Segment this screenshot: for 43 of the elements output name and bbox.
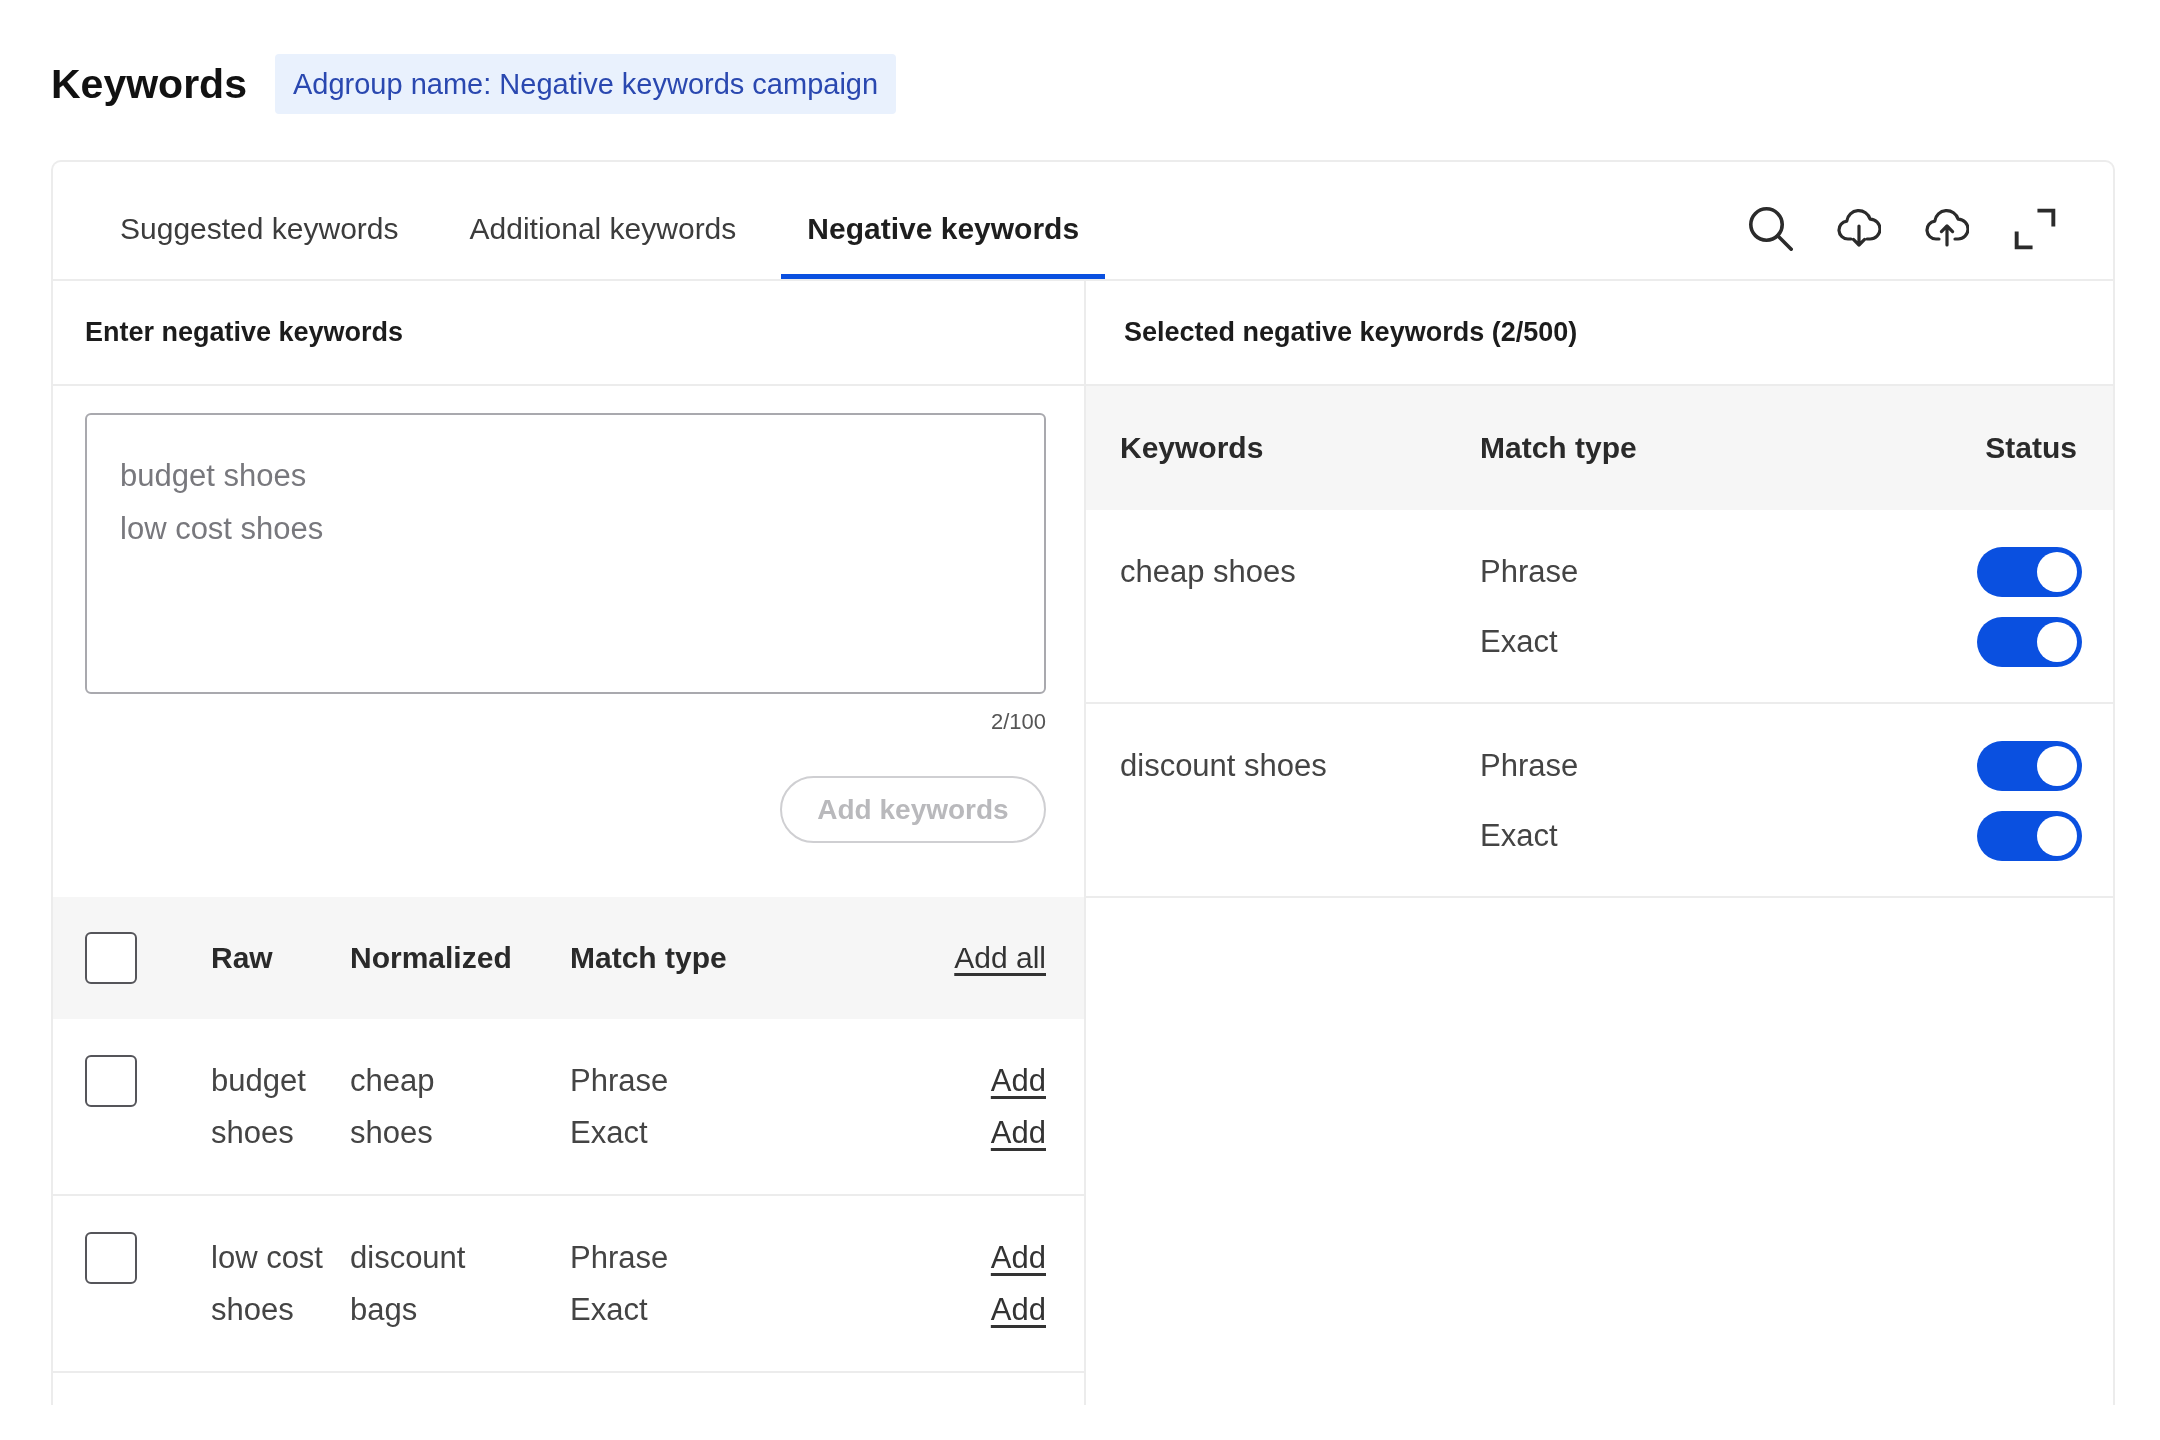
column-header: Match type [570, 941, 728, 975]
tab[interactable]: Negative keywords [781, 162, 1106, 279]
tab[interactable]: Suggested keywords [94, 162, 425, 279]
table-cell-text: discount shoes [1120, 747, 1328, 785]
toggle-switch[interactable] [1977, 617, 2082, 667]
table-cell-text: discount bags [350, 1239, 467, 1329]
table-cell-text: cheap shoes [350, 1062, 436, 1152]
table-cell-text: budget shoes [211, 1062, 307, 1152]
section-title: Selected negative keywords (2/500) [1124, 317, 1578, 348]
table-cell-text: Phrase [1480, 553, 1579, 591]
checkbox[interactable] [85, 1232, 137, 1284]
add-link[interactable]: Add [990, 1055, 1046, 1107]
table-cell-text: cheap shoes [1120, 553, 1297, 591]
search-icon[interactable] [1749, 207, 1793, 251]
character-counter: 2/100 [990, 708, 1046, 736]
toggle-switch[interactable] [1977, 811, 2082, 861]
table-cell-text: Exact [1480, 817, 1558, 855]
column-header: Raw [211, 941, 274, 975]
page-title: Keywords [51, 60, 247, 109]
keywords-textarea[interactable]: budget shoes low cost shoes [85, 413, 1046, 694]
table-cell-text: Phrase [570, 1239, 669, 1277]
adgroup-name-badge: Adgroup name: Negative keywords campaign [274, 54, 897, 114]
table-cell-text: Exact [570, 1291, 648, 1329]
table-cell-text: Exact [1480, 623, 1558, 661]
column-header: Match type [1480, 431, 1638, 465]
add-link[interactable]: Add [990, 1232, 1046, 1284]
toggle-switch[interactable] [1977, 547, 2082, 597]
add-link[interactable]: Add [990, 1107, 1046, 1159]
table-cell-text: low cost shoes [211, 1239, 324, 1329]
tab[interactable]: Additional keywords [443, 162, 763, 279]
expand-icon[interactable] [2013, 207, 2057, 251]
toggle-switch[interactable] [1977, 741, 2082, 791]
table-cell-text: Exact [570, 1114, 648, 1152]
column-header: Keywords [1120, 431, 1265, 465]
section-title: Enter negative keywords [85, 317, 404, 348]
column-header: Status [1985, 431, 2077, 465]
column-header: Normalized [350, 941, 513, 975]
checkbox[interactable] [85, 1055, 137, 1107]
checkbox[interactable] [85, 932, 137, 984]
add-all-link[interactable]: Add all [954, 941, 1046, 975]
add-link[interactable]: Add [990, 1284, 1046, 1336]
table-cell-text: Phrase [570, 1062, 669, 1100]
table-cell-text: Phrase [1480, 747, 1579, 785]
